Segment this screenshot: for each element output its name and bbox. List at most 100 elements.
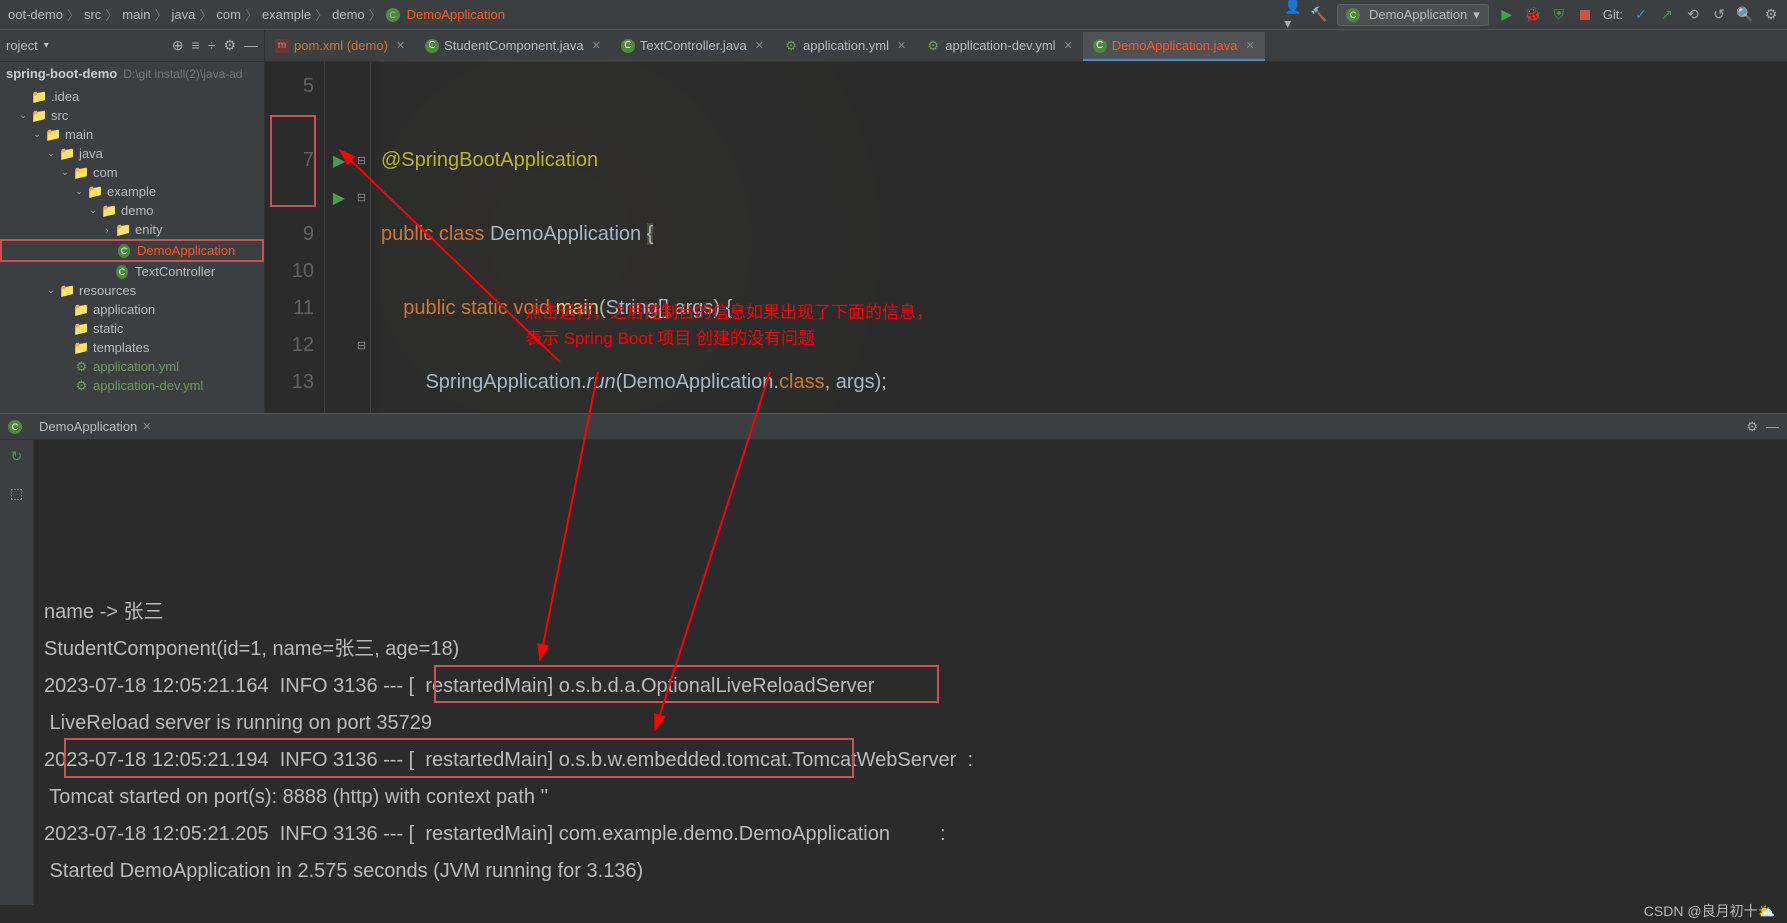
git-update-icon[interactable]: ✓	[1633, 7, 1649, 23]
close-icon[interactable]: ✕	[592, 39, 601, 52]
editor-tab[interactable]: CTextController.java✕	[611, 32, 774, 61]
coverage-icon[interactable]: ⛨	[1551, 7, 1567, 23]
chevron-down-icon[interactable]: ▾	[44, 40, 49, 51]
run-config-selector[interactable]: C DemoApplication ▾	[1337, 4, 1489, 26]
folder-src-icon: 📁	[74, 166, 89, 180]
class-icon: C	[118, 244, 133, 258]
editor-tab[interactable]: CStudentComponent.java✕	[415, 32, 611, 61]
file-icon: m	[275, 39, 289, 53]
console-toolbar: ↻ ⬚	[0, 440, 34, 905]
breadcrumb-item[interactable]: com	[216, 7, 241, 22]
folder-icon: 📁	[46, 128, 61, 142]
run-icon[interactable]: ▶	[1499, 7, 1515, 23]
breadcrumb-item[interactable]: main	[122, 7, 150, 22]
tree-item[interactable]: ›📁enity	[0, 220, 264, 239]
gear-icon[interactable]: ⚙	[223, 37, 236, 54]
editor-tab[interactable]: mpom.xml (demo)✕	[265, 32, 415, 61]
tree-item[interactable]: 📁static	[0, 319, 264, 338]
tree-item[interactable]: 📁.idea	[0, 87, 264, 106]
close-icon[interactable]: ✕	[396, 39, 405, 52]
debug-icon[interactable]: 🐞	[1525, 7, 1541, 23]
folder-src-icon: 📁	[32, 109, 47, 123]
settings-icon[interactable]: ⚙	[1763, 7, 1779, 23]
tree-item[interactable]: ⌄📁example	[0, 182, 264, 201]
close-icon[interactable]: ✕	[897, 39, 906, 52]
tree-item[interactable]: ⌄📁com	[0, 163, 264, 182]
tree-item[interactable]: ⌄📁java	[0, 144, 264, 163]
git-history-icon[interactable]: ⟲	[1685, 7, 1701, 23]
expand-icon[interactable]: ⌄	[74, 186, 84, 197]
hide-icon[interactable]: —	[244, 37, 258, 54]
run-line-icon[interactable]: ▶	[333, 188, 345, 208]
layout-icon[interactable]: ⬚	[10, 485, 23, 502]
tree-item[interactable]: CDemoApplication	[0, 239, 264, 262]
tree-item[interactable]: ⌄📁demo	[0, 201, 264, 220]
select-opened-icon[interactable]: ⊕	[172, 37, 184, 54]
close-icon[interactable]: ✕	[755, 39, 764, 52]
breadcrumb-item[interactable]: demo	[332, 7, 365, 22]
tree-item[interactable]: 📁application	[0, 300, 264, 319]
build-icon[interactable]: 🔨	[1311, 7, 1327, 23]
folder-src-icon: 📁	[102, 204, 117, 218]
expand-icon[interactable]: ⌄	[60, 167, 70, 178]
hide-icon[interactable]: —	[1766, 419, 1779, 434]
tree-item[interactable]: ⌄📁main	[0, 125, 264, 144]
expand-icon[interactable]: ›	[102, 225, 112, 235]
expand-icon[interactable]: ⌄	[88, 205, 98, 216]
editor-tabs: mpom.xml (demo)✕CStudentComponent.java✕C…	[265, 30, 1787, 61]
expand-icon[interactable]: ⌄	[46, 148, 56, 159]
tree-item[interactable]: ⚙application-dev.yml	[0, 376, 264, 395]
run-panel: C DemoApplication ✕ ⚙ — ↻ ⬚ name -> 张三St…	[0, 413, 1787, 905]
code-content[interactable]: @SpringBootApplication public class Demo…	[371, 62, 897, 423]
tree-item[interactable]: CTextController	[0, 262, 264, 281]
run-tab[interactable]: DemoApplication ✕	[33, 416, 158, 437]
close-icon[interactable]: ✕	[1246, 39, 1255, 52]
close-icon[interactable]: ✕	[1064, 39, 1073, 52]
code-editor[interactable]: 57910111213 ▶ ▶ ⊟⊟ ⊟ @SpringBootApplicat…	[265, 62, 1787, 423]
watermark: CSDN @良月初十⛅	[1644, 901, 1775, 921]
run-line-icon[interactable]: ▶	[333, 151, 345, 171]
top-toolbar: oot-demo〉 src〉 main〉 java〉 com〉 example〉…	[0, 0, 1787, 30]
folder-src-icon: 📁	[88, 185, 103, 199]
user-icon[interactable]: 👤▾	[1285, 7, 1301, 23]
editor-tab[interactable]: ⚙application-dev.yml✕	[916, 32, 1083, 61]
expand-icon[interactable]: ≡	[192, 37, 200, 54]
breadcrumb-item[interactable]: example	[262, 7, 311, 22]
tree-item[interactable]: ⚙application.yml	[0, 357, 264, 376]
tree-item[interactable]: ⌄📁src	[0, 106, 264, 125]
line-gutter: 57910111213	[265, 62, 325, 423]
tree-item[interactable]: ⌄📁resources	[0, 281, 264, 300]
breadcrumb-item[interactable]: src	[84, 7, 101, 22]
folder-src-icon: 📁	[60, 147, 75, 161]
project-root[interactable]: spring-boot-demo D:\git install(2)\java-…	[0, 62, 264, 85]
breadcrumb-active[interactable]: DemoApplication	[407, 7, 505, 22]
chevron-down-icon: ▾	[1473, 7, 1480, 23]
console-output[interactable]: name -> 张三StudentComponent(id=1, name=张三…	[34, 440, 1787, 905]
folder-icon: 📁	[74, 303, 89, 317]
class-icon: C	[116, 265, 131, 279]
breadcrumb-item[interactable]: java	[172, 7, 196, 22]
file-icon: C	[621, 39, 635, 53]
expand-icon[interactable]: ⌄	[18, 110, 28, 121]
breadcrumb-item[interactable]: oot-demo	[8, 7, 63, 22]
collapse-icon[interactable]: ÷	[208, 37, 216, 54]
search-icon[interactable]: 🔍	[1737, 7, 1753, 23]
gear-icon[interactable]: ⚙	[1746, 419, 1758, 435]
expand-icon[interactable]: ⌄	[46, 285, 56, 296]
run-toolbar: 👤▾ 🔨 C DemoApplication ▾ ▶ 🐞 ⛨ Git: ✓ ↗ …	[1285, 4, 1779, 26]
folder-icon: 📁	[74, 322, 89, 336]
stop-icon[interactable]	[1577, 7, 1593, 23]
editor-tab[interactable]: ⚙application.yml✕	[774, 32, 916, 61]
project-panel-header: roject ▾ ⊕ ≡ ÷ ⚙ —	[0, 30, 265, 61]
git-revert-icon[interactable]: ↺	[1711, 7, 1727, 23]
expand-icon[interactable]: ⌄	[32, 129, 42, 140]
class-icon: C	[8, 420, 22, 434]
git-push-icon[interactable]: ↗	[1659, 7, 1675, 23]
project-panel-label[interactable]: roject	[6, 38, 38, 53]
tree-item[interactable]: 📁templates	[0, 338, 264, 357]
close-icon[interactable]: ✕	[142, 420, 151, 433]
rerun-icon[interactable]: ↻	[11, 448, 23, 465]
run-tab-bar: C DemoApplication ✕ ⚙ —	[0, 414, 1787, 440]
yml-icon: ⚙	[74, 379, 89, 393]
editor-tab[interactable]: CDemoApplication.java✕	[1083, 32, 1265, 61]
